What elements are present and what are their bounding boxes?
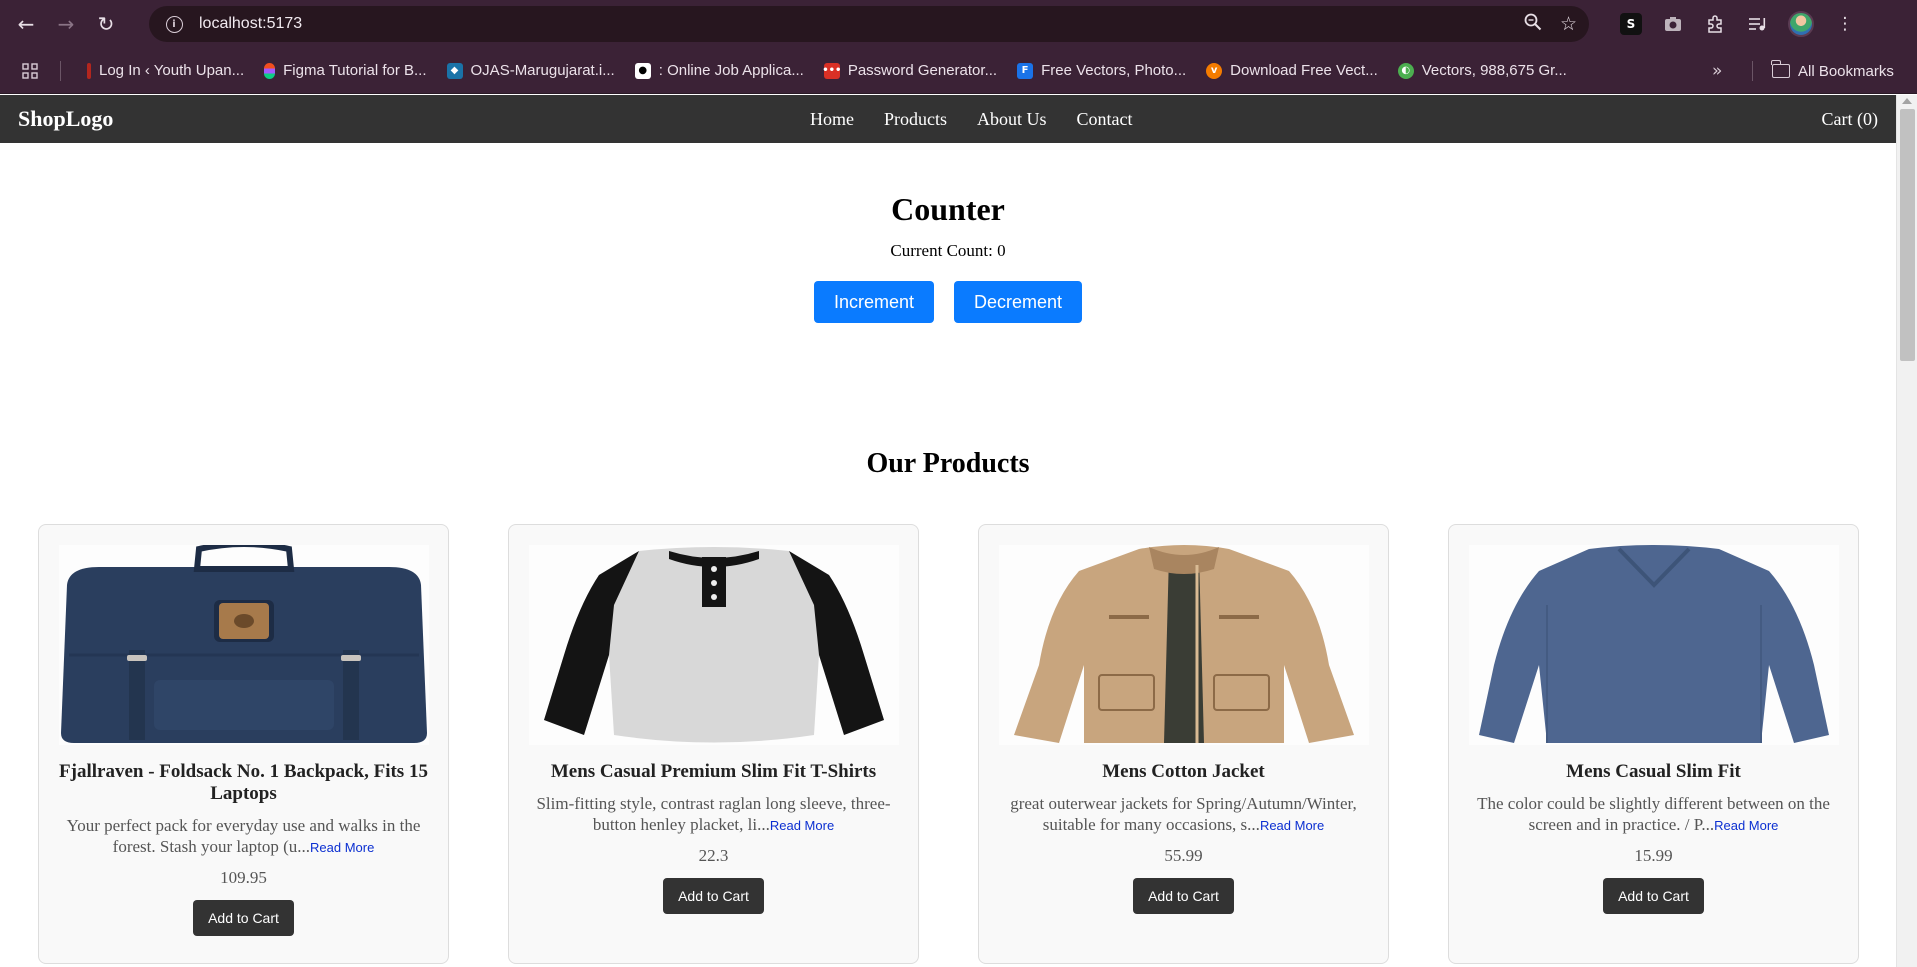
product-description-text: Slim-fitting style, contrast raglan long… (536, 794, 891, 834)
tshirt-image (529, 545, 899, 745)
product-card: Mens Casual Slim Fit The color could be … (1448, 524, 1859, 964)
bookmark-item[interactable]: Figma Tutorial for B... (254, 55, 436, 87)
product-card: Mens Cotton Jacket great outerwear jacke… (978, 524, 1389, 964)
product-price: 22.3 (698, 846, 729, 865)
ojas-favicon-icon: ◆ (446, 62, 463, 79)
bookmark-favicon-icon (87, 62, 91, 79)
bookmark-item[interactable]: F Free Vectors, Photo... (1007, 55, 1196, 87)
bookmark-label: : Online Job Applica... (658, 62, 804, 79)
current-count-text: Current Count: 0 (890, 241, 1006, 260)
bookmark-label: Log In ‹ Youth Upan... (99, 62, 245, 79)
product-description: Slim-fitting style, contrast raglan long… (529, 793, 898, 836)
address-bar-url[interactable]: localhost:5173 (199, 15, 302, 33)
bookmark-item[interactable]: ● : Online Job Applica... (625, 55, 814, 87)
bookmark-item[interactable]: Log In ‹ Youth Upan... (77, 55, 254, 87)
add-to-cart-button[interactable]: Add to Cart (663, 878, 764, 914)
all-bookmarks-label: All Bookmarks (1798, 62, 1894, 80)
bookmark-star-icon[interactable]: ☆ (1560, 13, 1577, 35)
products-heading: Our Products (866, 448, 1030, 479)
product-price: 15.99 (1634, 846, 1673, 865)
read-more-link[interactable]: Read More (770, 818, 834, 833)
bookmarks-separator (60, 60, 61, 81)
add-to-cart-button[interactable]: Add to Cart (1133, 878, 1234, 914)
forward-button[interactable]: → (46, 0, 86, 48)
decrement-button[interactable]: Decrement (954, 281, 1083, 323)
bookmark-item[interactable]: ◐ Vectors, 988,675 Gr... (1388, 55, 1577, 87)
site-nav-links: Home Products About Us Contact (810, 109, 1133, 130)
all-bookmarks-button[interactable]: All Bookmarks (1771, 48, 1894, 94)
profile-avatar[interactable] (1788, 11, 1814, 37)
slim-fit-shirt-image (1469, 545, 1839, 745)
bookmark-label: Password Generator... (847, 62, 998, 79)
bookmark-label: Free Vectors, Photo... (1041, 62, 1187, 79)
read-more-link[interactable]: Read More (1714, 818, 1778, 833)
bookmarks-bar: Log In ‹ Youth Upan... Figma Tutorial fo… (0, 48, 1917, 94)
zoom-icon[interactable] (1524, 13, 1542, 36)
read-more-link[interactable]: Read More (1260, 818, 1324, 833)
product-title: Fjallraven - Foldsack No. 1 Backpack, Fi… (59, 761, 428, 804)
product-description: great outerwear jackets for Spring/Autum… (999, 793, 1368, 836)
backpack-image (59, 545, 429, 745)
extensions-puzzle-icon[interactable] (1704, 13, 1726, 35)
nav-link-products[interactable]: Products (884, 109, 947, 130)
bookmark-item[interactable]: ◆ OJAS-Marugujarat.i... (437, 55, 625, 87)
product-title: Mens Casual Slim Fit (1566, 761, 1741, 782)
address-bar[interactable]: i localhost:5173 ☆ (149, 6, 1589, 42)
bookmark-item[interactable]: v Download Free Vect... (1196, 55, 1388, 87)
bookmark-label: Figma Tutorial for B... (283, 62, 427, 79)
reload-button[interactable]: ↻ (86, 0, 126, 48)
freepik-favicon-icon: F (1017, 62, 1034, 79)
product-title: Mens Casual Premium Slim Fit T-Shirts (550, 761, 877, 782)
product-price: 55.99 (1164, 846, 1203, 865)
nav-link-home[interactable]: Home (810, 109, 854, 130)
page-viewport: ShopLogo Home Products About Us Contact … (0, 95, 1917, 967)
add-to-cart-button[interactable]: Add to Cart (193, 900, 294, 936)
extensions-area: S ⋮ (1620, 0, 1856, 48)
counter-buttons: Increment Decrement (0, 281, 1896, 323)
bookmark-item[interactable]: ••• Password Generator... (814, 55, 1007, 87)
counter-title: Counter (891, 191, 1005, 227)
increment-button[interactable]: Increment (813, 281, 934, 323)
scroll-up-arrow-icon[interactable] (1902, 98, 1912, 104)
product-description: The color could be slightly different be… (1469, 793, 1838, 836)
site-navbar: ShopLogo Home Products About Us Contact … (0, 95, 1896, 143)
product-price: 109.95 (220, 868, 267, 887)
nav-link-contact[interactable]: Contact (1077, 109, 1133, 130)
bookmarks-separator (1752, 61, 1753, 81)
cart-link[interactable]: Cart (0) (1822, 109, 1878, 130)
bookmarks-overflow-icon[interactable]: » (1712, 48, 1722, 94)
browser-toolbar: ← → ↻ i localhost:5173 ☆ S ⋮ (0, 0, 1917, 48)
folder-icon (1771, 60, 1790, 78)
scrollbar-thumb[interactable] (1900, 109, 1915, 361)
bookmark-label: Download Free Vect... (1230, 62, 1378, 79)
product-card: Mens Casual Premium Slim Fit T-Shirts Sl… (508, 524, 919, 964)
product-description: Your perfect pack for everyday use and w… (59, 815, 428, 858)
extension-icon[interactable]: S (1620, 13, 1642, 35)
media-playlist-icon[interactable] (1746, 13, 1768, 35)
back-button[interactable]: ← (6, 0, 46, 48)
job-favicon-icon: ● (634, 62, 651, 79)
add-to-cart-button[interactable]: Add to Cart (1603, 878, 1704, 914)
bookmark-label: OJAS-Marugujarat.i... (470, 62, 615, 79)
read-more-link[interactable]: Read More (310, 840, 374, 855)
bookmark-label: Vectors, 988,675 Gr... (1421, 62, 1567, 79)
jacket-image (999, 545, 1369, 745)
vecteezy-favicon-icon: v (1206, 62, 1223, 79)
vectors-favicon-icon: ◐ (1397, 62, 1414, 79)
nav-link-about-us[interactable]: About Us (977, 109, 1047, 130)
page-scrollbar[interactable] (1896, 95, 1917, 967)
camera-extension-icon[interactable] (1662, 13, 1684, 35)
product-card: Fjallraven - Foldsack No. 1 Backpack, Fi… (38, 524, 449, 964)
product-title: Mens Cotton Jacket (1102, 761, 1265, 782)
figma-icon (264, 62, 276, 79)
browser-menu-icon[interactable]: ⋮ (1834, 13, 1856, 35)
site-info-icon[interactable]: i (155, 6, 193, 42)
site-logo[interactable]: ShopLogo (18, 106, 113, 132)
apps-grid-icon[interactable] (0, 48, 60, 94)
password-generator-favicon-icon: ••• (822, 62, 841, 79)
